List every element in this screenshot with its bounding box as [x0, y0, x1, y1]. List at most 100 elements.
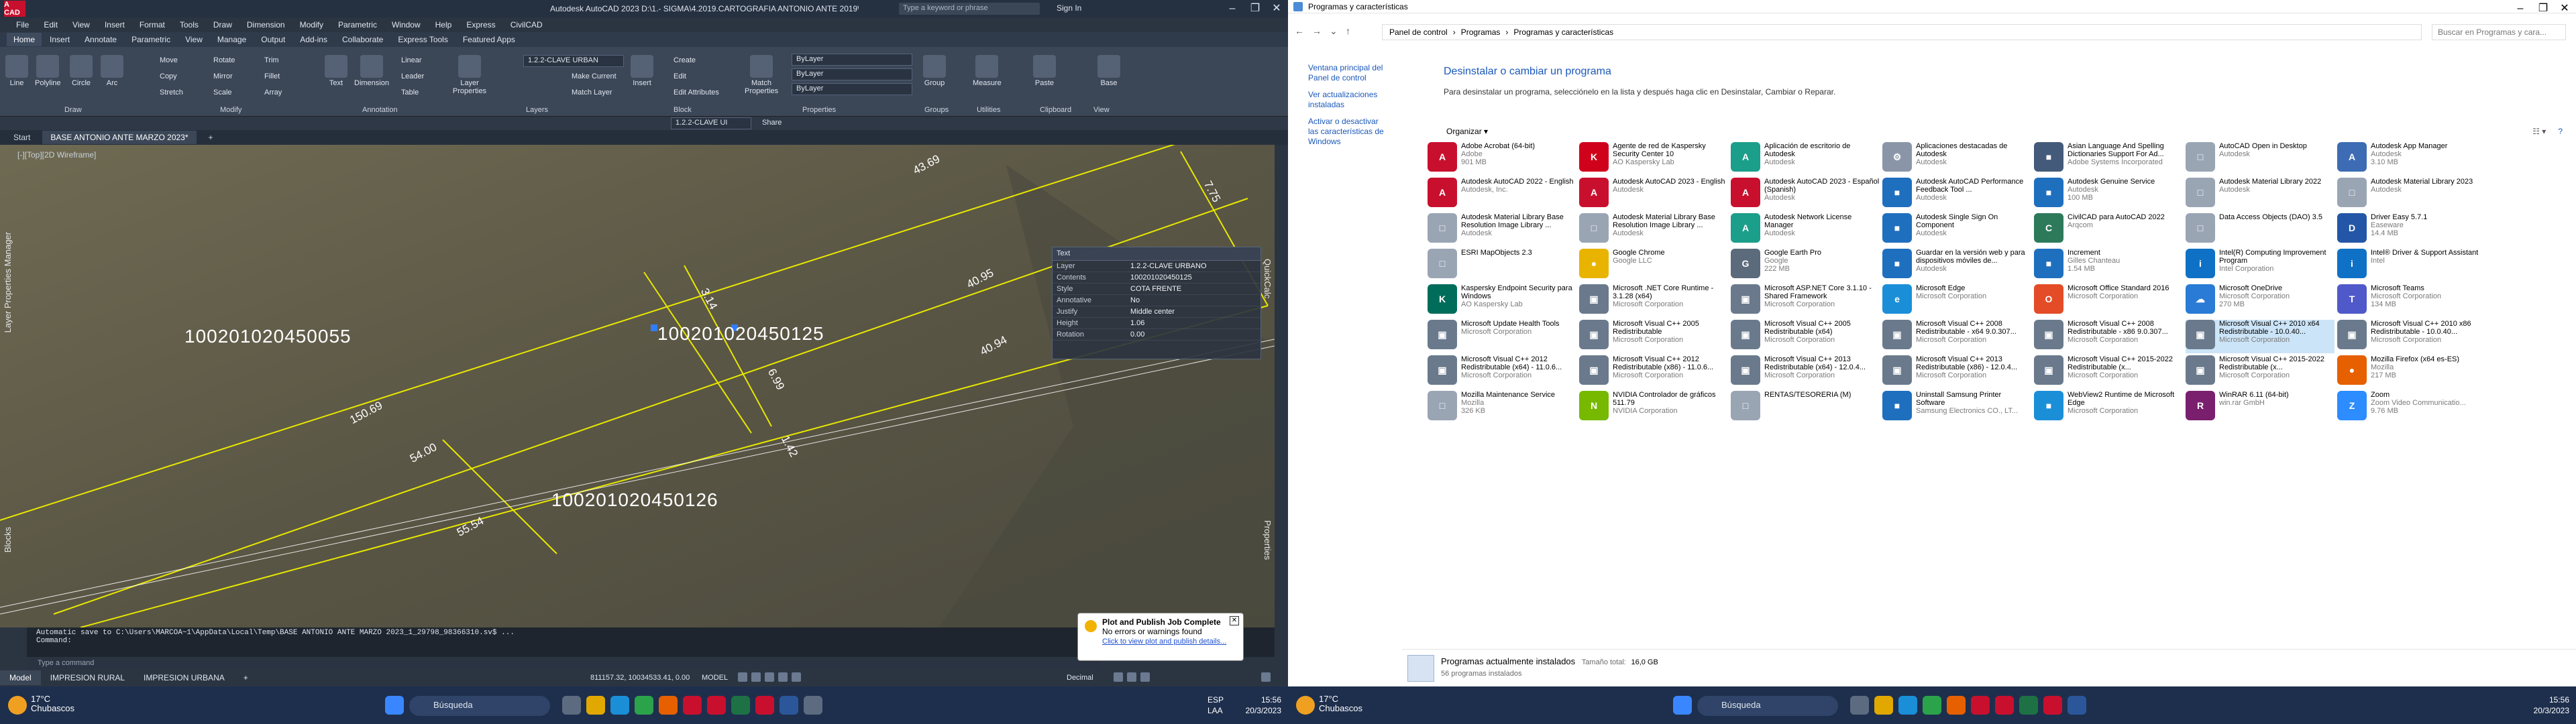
taskbar-clock[interactable]: 15:56 20/3/2023	[2522, 695, 2569, 716]
weather-widget[interactable]: 17°C Chubascos	[1319, 695, 1362, 713]
file-explorer-icon[interactable]	[586, 696, 605, 715]
minimize-icon[interactable]: –	[2509, 1, 2532, 16]
create-block-button[interactable]: Create	[674, 56, 696, 64]
start-icon[interactable]	[1673, 696, 1692, 715]
menu-item[interactable]: File	[16, 20, 29, 29]
add-layout-button[interactable]: +	[234, 670, 258, 685]
ribbon-tab[interactable]: Annotate	[78, 33, 123, 46]
move-button[interactable]: Move	[160, 56, 178, 64]
panel-properties[interactable]: Properties	[802, 106, 836, 114]
circle-tool-button[interactable]: Circle	[70, 55, 93, 87]
table-button[interactable]: Table	[401, 88, 419, 97]
close-icon[interactable]: ✕	[1265, 1, 1288, 16]
file-explorer-icon[interactable]	[1874, 696, 1893, 715]
ribbon-tab[interactable]: Parametric	[125, 33, 177, 46]
program-item[interactable]: ▣ Microsoft Visual C++ 2005 Redistributab…	[1731, 320, 1880, 353]
model-space-toggle[interactable]: MODEL	[702, 674, 728, 682]
ribbon-tab[interactable]: Collaborate	[335, 33, 390, 46]
current-layer-dropdown[interactable]: 1.2.2-CLAVE URBAN	[523, 55, 624, 67]
program-item[interactable]: ▣ Microsoft Visual C++ 2010 x86 Redistrib…	[2337, 320, 2486, 353]
taskbar-search[interactable]: Búsqueda	[409, 696, 550, 716]
property-row[interactable]: Contents 100201020450125	[1053, 272, 1260, 284]
snap-icon[interactable]	[751, 672, 761, 682]
program-item[interactable]: ■ Increment Gilles Chanteau 1.54 MB	[2034, 249, 2183, 282]
program-item[interactable]: G Google Earth Pro Google 222 MB	[1731, 249, 1880, 282]
program-item[interactable]: ■ Autodesk Genuine Service Autodesk 100 MB	[2034, 178, 2183, 211]
property-value[interactable]: 0.00	[1126, 330, 1260, 339]
parcel-key-label-selected[interactable]: 100201020450125	[657, 323, 824, 345]
language-indicator[interactable]: ESP LAA	[1208, 695, 1234, 716]
isolate-icon[interactable]	[1140, 672, 1150, 682]
properties-side-tab[interactable]: Properties	[1263, 520, 1273, 560]
menu-item[interactable]: Help	[435, 20, 452, 29]
menu-item[interactable]: Edit	[44, 20, 58, 29]
make-current-button[interactable]: Make Current	[572, 72, 616, 80]
program-item[interactable]: ▣ Microsoft .NET Core Runtime - 3.1.28 (x…	[1579, 284, 1728, 318]
program-item[interactable]: i Intel(R) Computing Improvement Program I…	[2186, 249, 2334, 282]
program-item[interactable]: □ RENTAS/TESORERIA (M)	[1731, 391, 1880, 424]
parcel-key-label[interactable]: 100201020450126	[551, 489, 718, 511]
task-view-icon[interactable]	[562, 696, 581, 715]
property-row[interactable]: Justify Middle center	[1053, 306, 1260, 318]
word-icon[interactable]	[780, 696, 798, 715]
program-item[interactable]: ▣ Microsoft ASP.NET Core 3.1.10 - Shared …	[1731, 284, 1880, 318]
program-item[interactable]: ⚙ Aplicaciones destacadas de Autodesk Auto…	[1882, 142, 2031, 176]
property-value[interactable]: 1.2.2-CLAVE URBANO	[1126, 262, 1260, 270]
help-icon[interactable]: ?	[2558, 127, 2563, 136]
menu-item[interactable]: Parametric	[338, 20, 377, 29]
autocad-icon[interactable]	[1995, 696, 2014, 715]
panel-clipboard[interactable]: Clipboard	[1040, 106, 1071, 114]
match-layer-button[interactable]: Match Layer	[572, 88, 612, 97]
dimension-tool-button[interactable]: Dimension	[354, 55, 389, 87]
chrome-icon[interactable]	[1923, 696, 1941, 715]
acad-app-logo[interactable]: A CAD	[4, 1, 25, 17]
program-item[interactable]: □ Autodesk Material Library Base Resoluti…	[1579, 213, 1728, 247]
layout-tab-rural[interactable]: IMPRESION RURAL	[41, 670, 134, 685]
edit-block-button[interactable]: Edit	[674, 72, 686, 80]
property-row[interactable]: Rotation 0.00	[1053, 329, 1260, 341]
program-item[interactable]: □ Autodesk Material Library Base Resoluti…	[1428, 213, 1576, 247]
trim-button[interactable]: Trim	[264, 56, 279, 64]
program-item[interactable]: T Microsoft Teams Microsoft Corporation 134…	[2337, 284, 2486, 318]
rotate-button[interactable]: Rotate	[213, 56, 235, 64]
program-item[interactable]: ■ Autodesk AutoCAD Performance Feedback T…	[1882, 178, 2031, 211]
layer-properties-side-tab[interactable]: Layer Properties Manager	[3, 232, 13, 333]
grip-handle[interactable]	[651, 324, 657, 331]
ribbon-tab[interactable]: Express Tools	[391, 33, 454, 46]
start-icon[interactable]	[385, 696, 404, 715]
quick-properties-palette[interactable]: Text Layer 1.2.2-CLAVE URBANO Contents 1002…	[1052, 247, 1261, 359]
property-value[interactable]: Middle center	[1126, 308, 1260, 316]
property-row[interactable]: Annotative No	[1053, 295, 1260, 306]
menu-item[interactable]: Draw	[213, 20, 232, 29]
panel-modify[interactable]: Modify	[220, 106, 241, 114]
edge-icon[interactable]	[610, 696, 629, 715]
menu-item[interactable]: Dimension	[247, 20, 285, 29]
program-item[interactable]: A Autodesk AutoCAD 2022 - English Autodesk…	[1428, 178, 1576, 211]
doc-tab-start[interactable]: Start	[5, 131, 38, 144]
sign-in-button[interactable]: Sign In	[1057, 3, 1081, 13]
program-item[interactable]: Z Zoom Zoom Video Communicatio... 9.76 MB	[2337, 391, 2486, 424]
arc-tool-button[interactable]: Arc	[101, 55, 123, 87]
program-item[interactable]: ▣ Microsoft Visual C++ 2012 Redistributab…	[1579, 355, 1728, 389]
lineweight-dropdown[interactable]: ByLayer	[792, 83, 912, 95]
grid-icon[interactable]	[738, 672, 747, 682]
insert-block-button[interactable]: Insert	[631, 55, 653, 87]
layout-tab-urbana[interactable]: IMPRESION URBANA	[134, 670, 234, 685]
coordinate-readout[interactable]: 811157.32, 10034533.41, 0.00	[590, 674, 690, 682]
program-item[interactable]: ▣ Microsoft Update Health Tools Microsoft …	[1428, 320, 1576, 353]
plot-publish-notification[interactable]: Plot and Publish Job Complete No errors …	[1077, 613, 1244, 661]
program-item[interactable]: ■ Guardar en la versión web y para dispos…	[1882, 249, 2031, 282]
program-item[interactable]: ▣ Microsoft Visual C++ 2013 Redistributab…	[1731, 355, 1880, 389]
program-item[interactable]: e Microsoft Edge Microsoft Corporation	[1882, 284, 2031, 318]
excel-icon[interactable]	[731, 696, 750, 715]
ribbon-tab[interactable]: Featured Apps	[456, 33, 522, 46]
menu-item[interactable]: Window	[392, 20, 421, 29]
control-panel-home-link[interactable]: Ventana principal del Panel de control	[1308, 63, 1389, 83]
panel-groups[interactable]: Groups	[924, 106, 949, 114]
program-item[interactable]: K Kaspersky Endpoint Security para Window…	[1428, 284, 1576, 318]
program-item[interactable]: A Aplicación de escritorio de Autodesk Aut…	[1731, 142, 1880, 176]
taskbar-clock[interactable]: 15:56 20/3/2023	[1234, 695, 1281, 716]
program-item[interactable]: ■ WebView2 Runtime de Microsoft Edge Micro…	[2034, 391, 2183, 424]
program-item[interactable]: ▣ Microsoft Visual C++ 2015-2022 Redistri…	[2034, 355, 2183, 389]
program-item[interactable]: ■ Autodesk Single Sign On Component Autode…	[1882, 213, 2031, 247]
